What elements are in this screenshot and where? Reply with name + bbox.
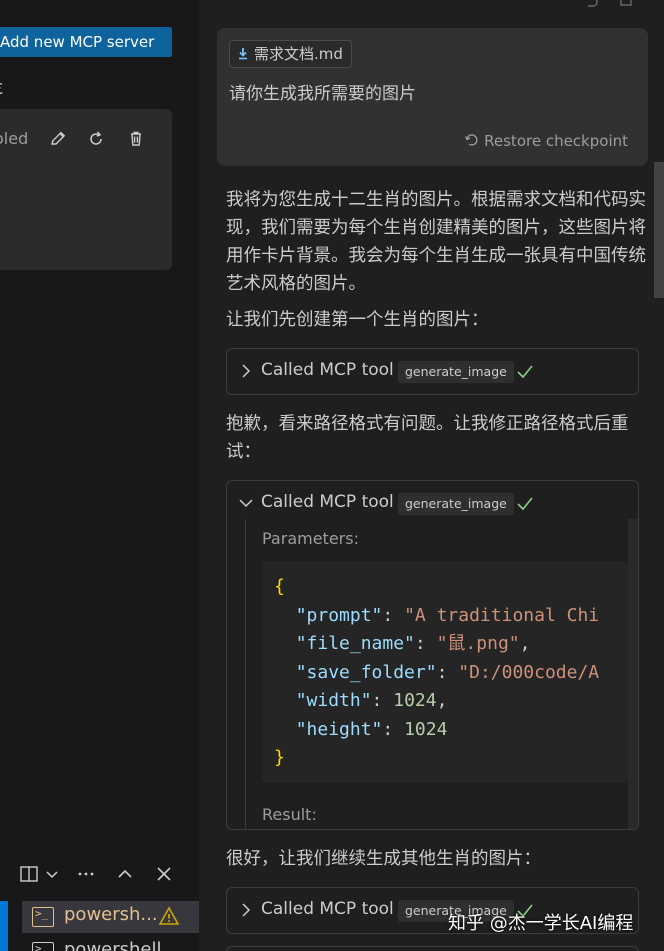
terminal-item-powershell-2[interactable]: powershell — [22, 936, 199, 951]
json-key-width: "width" — [295, 690, 372, 711]
tool-name-badge: generate_image — [398, 493, 514, 515]
more-icon[interactable] — [76, 864, 96, 884]
json-key-save-folder: "save_folder" — [295, 661, 437, 683]
restore-checkpoint-button[interactable]: Restore checkpoint — [464, 132, 628, 150]
terminal-icon — [32, 942, 54, 951]
file-download-icon — [239, 48, 247, 60]
assistant-first-step-text: 让我们先创建第一个生肖的图片： — [226, 310, 489, 330]
tool-call-header[interactable]: Called MCP tool generate_image — [227, 349, 638, 394]
terminal-active-indicator — [0, 901, 8, 951]
add-mcp-server-button[interactable]: Add new MCP server — [0, 27, 172, 57]
undo-icon[interactable] — [580, 0, 600, 10]
terminal-item-label: powershell — [64, 939, 162, 951]
tool-call-title: Called MCP tool — [261, 492, 394, 512]
chevron-down-icon — [239, 499, 253, 508]
json-open-brace: { — [274, 576, 285, 597]
json-value-height: 1024 — [404, 718, 448, 740]
tool-call-title: Called MCP tool — [261, 360, 394, 380]
chevron-right-icon — [242, 364, 251, 378]
mcp-settings-panel: Add new MCP server Ɛ oled — [0, 0, 199, 951]
tool-call-details: Parameters: { "prompt": "A traditional C… — [245, 519, 638, 829]
json-close-brace: } — [274, 747, 285, 768]
left-panel-cut-text: Ɛ — [0, 80, 3, 98]
assistant-continue-text: 很好，让我们继续生成其他生肖的图片： — [226, 849, 541, 869]
server-status-text: oled — [0, 129, 29, 148]
copy-icon[interactable] — [615, 0, 635, 10]
result-label: Result: — [262, 805, 317, 824]
assistant-intro-text: 我将为您生成十二生肖的图片。根据需求文档和代码实现，我们需要为每个生肖创建精美的… — [226, 190, 646, 294]
user-message-card: 需求文档.md 请你生成我所需要的图片 Restore checkpoint — [217, 28, 648, 166]
terminal-item-powershell-1[interactable]: powersh... — [22, 901, 199, 933]
tool-call-partial[interactable] — [226, 946, 639, 951]
tool-call-expanded[interactable]: Called MCP tool generate_image Parameter… — [226, 480, 639, 830]
add-button-label: Add new MCP server — [0, 33, 155, 51]
check-icon — [517, 497, 533, 511]
details-scrollbar[interactable] — [628, 519, 638, 829]
json-value-save-folder: "D:/000code/A — [458, 661, 600, 683]
json-key-file-name: "file_name" — [295, 633, 415, 654]
json-value-prompt: "A traditional Chi — [404, 604, 600, 626]
chevron-right-icon — [242, 903, 251, 917]
tool-name-badge: generate_image — [398, 361, 514, 383]
chevron-up-icon[interactable] — [115, 864, 135, 884]
trash-icon[interactable] — [126, 129, 146, 149]
zhihu-watermark: 知乎 @杰一学长AI编程 — [448, 913, 634, 934]
restore-icon — [465, 134, 478, 146]
terminal-item-label: powersh... — [64, 904, 158, 925]
mcp-server-card: oled — [0, 109, 172, 270]
parameters-json: { "prompt": "A traditional Chi "file_nam… — [262, 561, 628, 783]
tool-call-collapsed-1[interactable]: Called MCP tool generate_image — [226, 348, 639, 395]
restore-label: Restore checkpoint — [484, 132, 628, 150]
check-icon — [517, 365, 533, 379]
json-key-prompt: "prompt" — [295, 604, 383, 626]
json-value-width: 1024 — [393, 690, 437, 711]
split-terminal-icon[interactable] — [19, 864, 39, 884]
terminal-toolbar — [0, 852, 199, 896]
chat-scrollbar[interactable] — [654, 162, 664, 298]
chat-top-actions — [575, 0, 635, 10]
tool-call-title: Called MCP tool — [261, 899, 394, 919]
parameters-label: Parameters: — [262, 529, 359, 548]
close-icon[interactable] — [154, 864, 174, 884]
terminal-icon — [32, 907, 54, 927]
user-message-text: 请你生成我所需要的图片 — [229, 84, 416, 104]
warning-icon — [159, 906, 179, 926]
refresh-icon[interactable] — [86, 129, 106, 149]
chevron-down-icon[interactable] — [42, 864, 62, 884]
json-key-height: "height" — [295, 718, 383, 740]
attachment-chip[interactable]: 需求文档.md — [229, 40, 352, 68]
assistant-error-text: 抱歉，看来路径格式有问题。让我修正路径格式后重试： — [226, 414, 629, 462]
pencil-icon[interactable] — [48, 129, 68, 149]
json-value-file-name: "鼠.png" — [436, 633, 520, 654]
attachment-name: 需求文档.md — [254, 45, 343, 63]
